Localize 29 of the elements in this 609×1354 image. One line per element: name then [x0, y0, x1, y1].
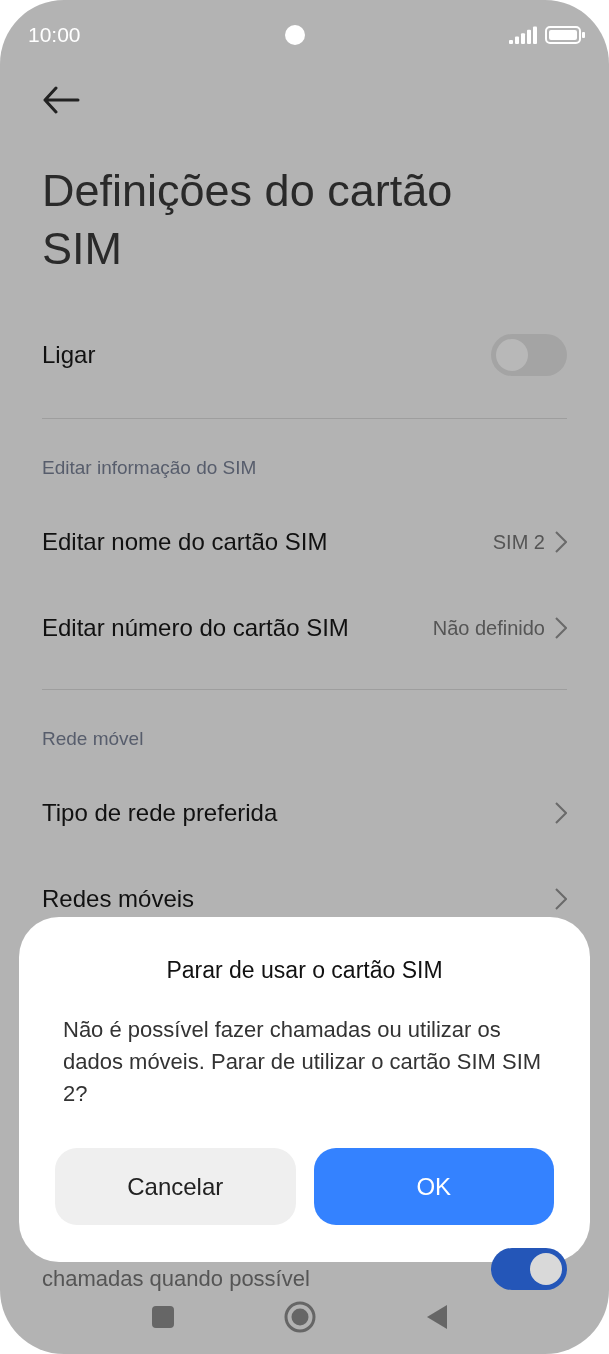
setting-description: chamadas quando possível — [42, 1268, 310, 1290]
chevron-icon — [555, 617, 567, 639]
back-icon[interactable] — [425, 1304, 448, 1330]
setting-label[interactable]: Redes móveis — [42, 885, 195, 913]
cancel-button[interactable]: Cancelar — [55, 1148, 296, 1225]
setting-label[interactable]: Editar nome do cartão SIM — [42, 528, 328, 556]
toggle-switch[interactable] — [491, 1248, 567, 1290]
setting-label[interactable]: Editar número do cartão SIM — [42, 614, 349, 642]
home-icon[interactable] — [283, 1301, 316, 1333]
chevron-icon — [555, 802, 567, 824]
clock: 10:00 — [28, 23, 81, 47]
back-arrow-icon[interactable] — [42, 86, 80, 114]
recents-icon[interactable] — [151, 1306, 174, 1328]
battery-icon — [545, 26, 585, 44]
ok-button[interactable]: OK — [313, 1148, 554, 1225]
setting-label: Ligar — [42, 341, 96, 369]
dialog-title: Parar de usar o cartão SIM — [165, 957, 444, 984]
section-header: Editar informação do SIM — [42, 457, 258, 479]
setting-value: SIM 2 — [492, 530, 545, 554]
section-header: Rede móvel — [42, 728, 145, 750]
signal-icon — [509, 26, 537, 44]
dialog-message: Não é possível fazer chamadas ou utilizar os dados móveis. Parar de utilizar o cartão SIM SIM 2? — [63, 1016, 543, 1108]
setting-value: Não definido — [432, 616, 545, 640]
camera-icon — [284, 25, 305, 45]
chevron-icon — [555, 531, 567, 553]
setting-label[interactable]: Tipo de rede preferida — [42, 799, 278, 827]
chevron-icon — [555, 888, 567, 910]
settings-row[interactable]: Ligar — [42, 312, 567, 398]
page-title: Definições do cartão SIM — [42, 164, 454, 276]
